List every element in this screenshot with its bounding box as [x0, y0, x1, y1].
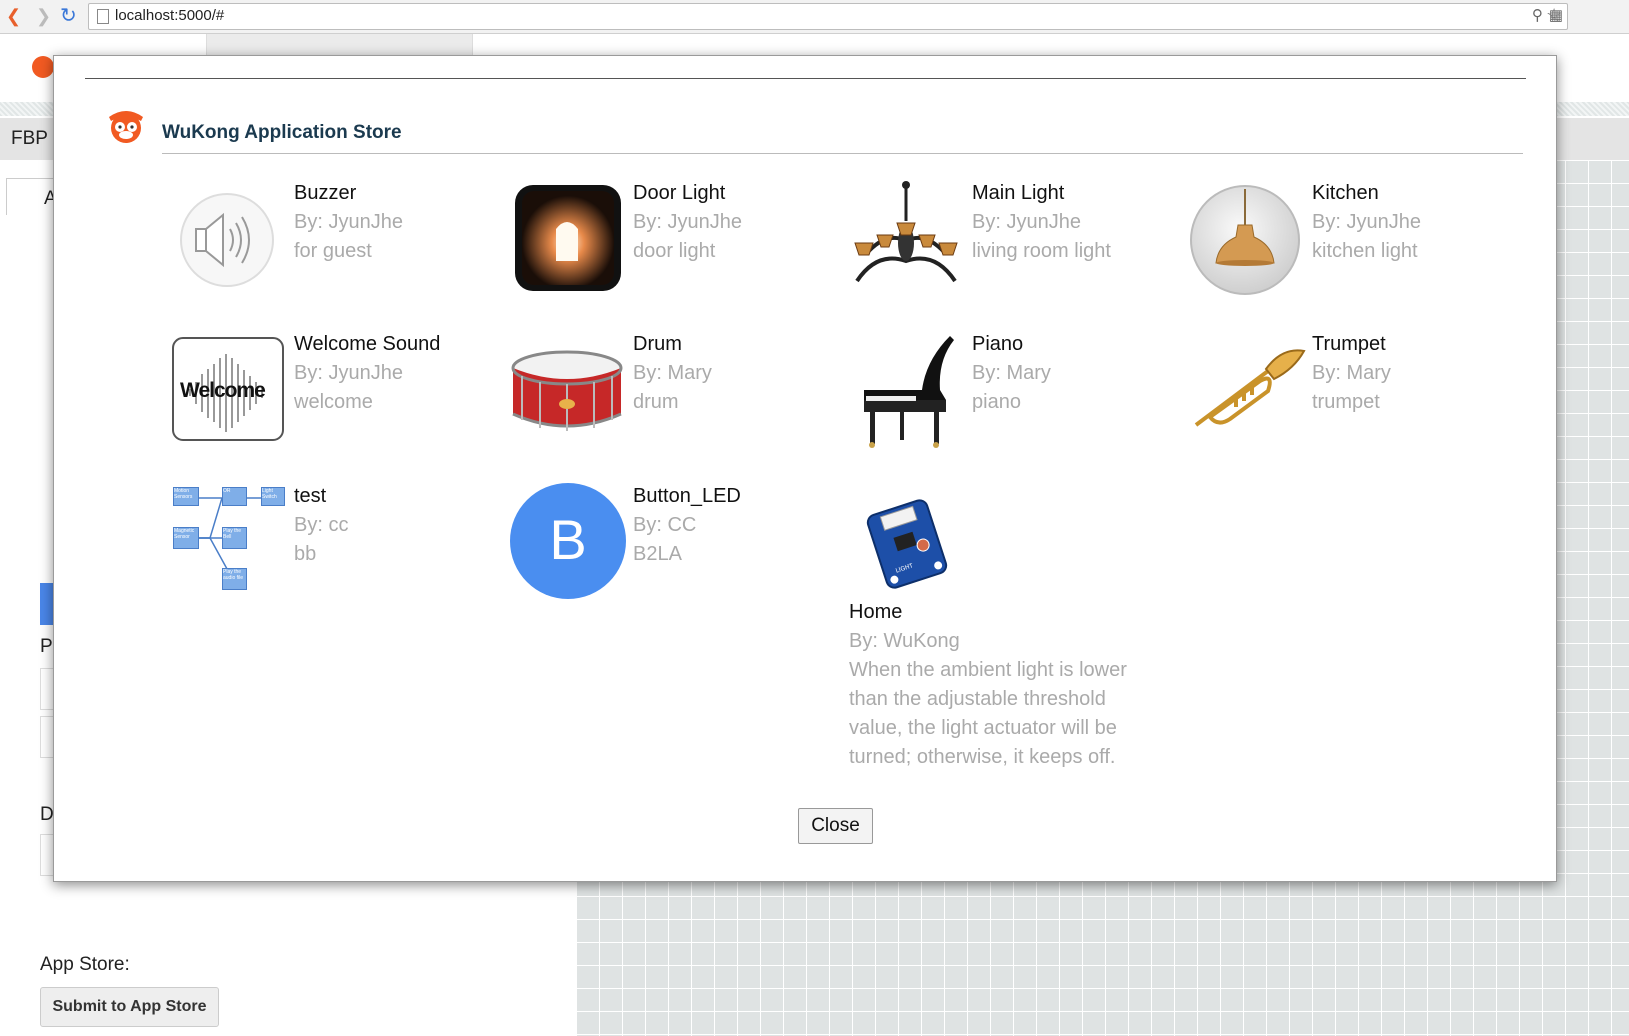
app-name: Home — [849, 601, 903, 623]
app-name: Trumpet — [1312, 333, 1386, 355]
app-author: By: JyunJhe — [633, 211, 742, 233]
doorway-light-icon — [515, 185, 621, 291]
app-description: door light — [633, 240, 716, 262]
section-label-d: D — [40, 804, 54, 825]
light-sensor-board-icon: LIGHT — [866, 499, 948, 589]
app-author: By: WuKong — [849, 630, 960, 652]
close-button[interactable]: Close — [798, 808, 873, 844]
url-text: localhost:5000/# — [115, 7, 225, 24]
submit-to-app-store-button[interactable]: Submit to App Store — [40, 987, 219, 1027]
app-author: By: Mary — [633, 362, 712, 384]
diagram-node: OR — [222, 487, 247, 506]
drum-icon — [511, 350, 623, 431]
app-description: for guest — [294, 240, 372, 262]
app-author: By: JyunJhe — [972, 211, 1081, 233]
section-label-p: P — [40, 636, 53, 657]
trumpet-icon — [1194, 349, 1306, 427]
zoom-icon[interactable]: ⚲ — [1532, 6, 1543, 24]
reload-icon[interactable]: ↻ — [60, 6, 77, 26]
app-author: By: CC — [633, 514, 697, 536]
app-description: When the ambient light is lower than the… — [849, 659, 1127, 768]
app-name: Welcome Sound — [294, 333, 441, 355]
app-author: By: JyunJhe — [1312, 211, 1421, 233]
nav-fbp[interactable]: FBP — [11, 128, 48, 150]
diagram-node: Play the audio file — [222, 568, 247, 590]
app-author: By: Mary — [1312, 362, 1391, 384]
app-description: kitchen light — [1312, 240, 1418, 262]
pendant-lamp-icon — [1190, 185, 1300, 295]
app-name: Drum — [633, 333, 682, 355]
app-author: By: JyunJhe — [294, 211, 403, 233]
wukong-logo-icon — [32, 56, 54, 78]
app-author: By: Mary — [972, 362, 1051, 384]
wukong-monkey-logo-icon — [109, 111, 143, 143]
app-name: Buzzer — [294, 182, 357, 204]
speaker-icon — [180, 193, 274, 287]
welcome-icon-caption: Welcome — [180, 379, 266, 402]
app-description: trumpet — [1312, 391, 1380, 413]
app-name: test — [294, 485, 327, 507]
app-author: By: JyunJhe — [294, 362, 403, 384]
app-name: Button_LED — [633, 485, 741, 507]
app-store-dialog: WuKong Application Store Buzzer By: Jyun… — [53, 55, 1557, 882]
avatar-letter: B — [549, 508, 587, 571]
dialog-top-rule — [85, 78, 1526, 79]
app-name: Kitchen — [1312, 182, 1379, 204]
back-arrow-icon[interactable]: ❮ — [6, 6, 21, 26]
app-name: Door Light — [633, 182, 726, 204]
app-description: living room light — [972, 240, 1111, 262]
diagram-node: Magnetic Sensor — [173, 527, 199, 549]
app-store-label: App Store: — [40, 954, 130, 975]
diagram-node: Light Switch — [261, 487, 285, 506]
page-icon — [97, 9, 109, 24]
app-description: welcome — [294, 391, 373, 413]
app-description: B2LA — [633, 543, 682, 565]
title-divider — [162, 153, 1523, 154]
browser-toolbar: ❮ ❯ ↻ localhost:5000/# ⚲ ▦ ☆ — [0, 0, 1629, 34]
bookmark-star-icon[interactable]: ☆ — [1546, 5, 1562, 25]
app-description: bb — [294, 543, 317, 565]
app-name: Piano — [972, 333, 1024, 355]
dialog-title: WuKong Application Store — [162, 122, 402, 143]
address-bar[interactable]: localhost:5000/# ⚲ ▦ — [88, 3, 1568, 30]
diagram-node: Motion Sensors — [173, 487, 199, 506]
piano-icon — [864, 336, 954, 448]
app-author: By: cc — [294, 514, 349, 536]
app-name: Main Light — [972, 182, 1065, 204]
app-description: drum — [633, 391, 679, 413]
forward-arrow-icon[interactable]: ❯ — [36, 6, 51, 26]
app-description: piano — [972, 391, 1021, 413]
chandelier-icon — [854, 181, 958, 283]
diagram-node: Play the Bell — [222, 527, 247, 549]
